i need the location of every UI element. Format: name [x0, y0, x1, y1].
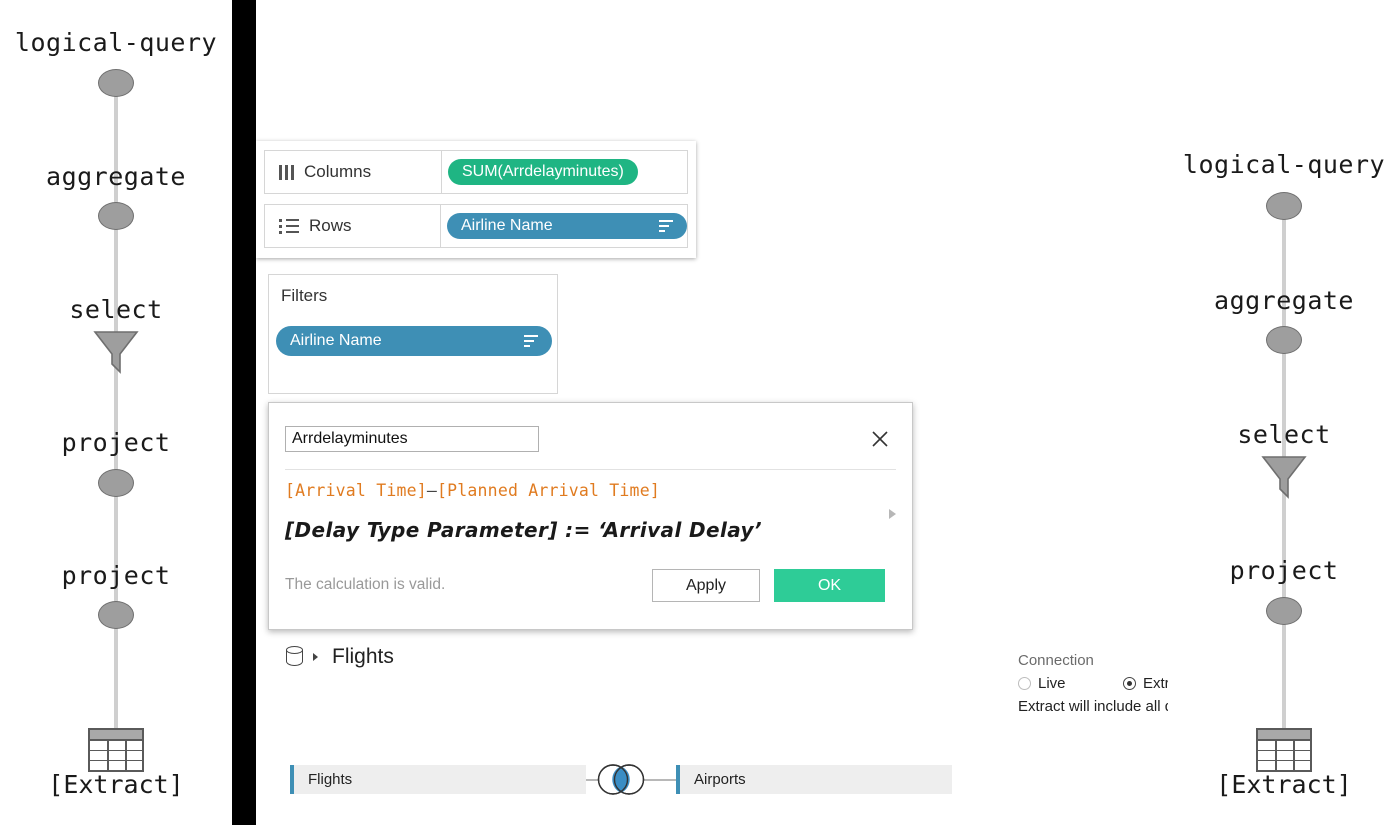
pipeline-step-label-aggregate: aggregate — [46, 162, 186, 191]
pill-sum-arrdelayminutes[interactable]: SUM(Arrdelayminutes) — [448, 159, 638, 185]
columns-shelf[interactable]: Columns SUM(Arrdelayminutes) — [264, 150, 688, 194]
ellipse-node-icon — [1266, 192, 1302, 220]
radio-dot-icon — [1018, 677, 1031, 690]
funnel-icon — [1259, 453, 1309, 499]
funnel-icon — [91, 328, 141, 374]
pipeline-step-label-project-1: project — [61, 428, 171, 457]
pipeline-step-label-logical-query: logical-query — [14, 28, 218, 57]
field-ref-planned-arrival-time: [Planned Arrival Time] — [437, 481, 660, 500]
filters-card: Filters Airline Name — [268, 274, 558, 394]
close-icon[interactable] — [870, 429, 890, 449]
pipeline-source-label: [Extract] — [48, 770, 184, 799]
ellipse-node-icon — [98, 469, 134, 497]
join-table-label: Airports — [694, 771, 746, 788]
caret-down-icon[interactable] — [313, 653, 318, 661]
pill-label: Airline Name — [290, 332, 382, 349]
rows-shelf-dropzone[interactable]: Airline Name — [441, 204, 688, 248]
filters-dropzone[interactable]: Airline Name — [276, 326, 552, 356]
ellipse-node-icon — [98, 202, 134, 230]
calculation-name-input[interactable]: Arrdelayminutes — [285, 426, 539, 452]
rows-shelf-label: Rows — [309, 216, 352, 235]
radio-live[interactable]: Live — [1018, 675, 1123, 692]
field-ref-arrival-time: [Arrival Time] — [285, 481, 427, 500]
pipeline-source-label: [Extract] — [1216, 770, 1352, 799]
inner-join-venn-icon[interactable] — [593, 763, 649, 796]
pipeline-step-label-project-2: project — [61, 561, 171, 590]
scroll-right-arrow-icon[interactable] — [889, 509, 896, 519]
left-logical-query-pipeline: logical-query aggregate select project p… — [0, 0, 232, 825]
table-icon — [1256, 728, 1312, 772]
sort-descending-icon — [524, 334, 538, 348]
ellipse-node-icon — [98, 69, 134, 97]
pipeline-step-label-select: select — [69, 295, 163, 324]
sort-descending-icon — [659, 219, 673, 233]
table-icon — [88, 728, 144, 772]
columns-shelf-label-cell: Columns — [264, 150, 442, 194]
radio-dot-icon — [1123, 677, 1136, 690]
calculation-editor[interactable]: [Arrival Time]–[Planned Arrival Time] [D… — [285, 481, 872, 542]
apply-button[interactable]: Apply — [652, 569, 760, 602]
filters-title: Filters — [281, 286, 328, 305]
join-table-label: Flights — [308, 771, 353, 788]
calculation-status-text: The calculation is valid. — [285, 576, 446, 593]
ellipse-node-icon — [98, 601, 134, 629]
pipeline-step-label-select: select — [1237, 420, 1331, 449]
right-logical-query-pipeline: logical-query aggregate select project [… — [1168, 120, 1400, 825]
datasource-name: Flights — [332, 645, 394, 668]
radio-live-label: Live — [1038, 675, 1066, 692]
pill-airline-name-filter[interactable]: Airline Name — [276, 326, 552, 356]
pipeline-step-label-logical-query: logical-query — [1182, 150, 1386, 179]
datasource-header[interactable]: Flights — [286, 645, 394, 669]
operator-minus: – — [426, 481, 438, 500]
calculation-expression-line-1: [Arrival Time]–[Planned Arrival Time] — [285, 481, 872, 500]
join-table-flights[interactable]: Flights — [290, 765, 586, 794]
rows-shelf-label-cell: Rows — [264, 204, 441, 248]
black-backdrop-strip — [232, 632, 256, 825]
pill-label: SUM(Arrdelayminutes) — [462, 163, 624, 180]
join-canvas: Flights Airports — [290, 763, 952, 796]
pill-label: Airline Name — [461, 217, 553, 234]
shelf-panel: Columns SUM(Arrdelayminutes) Rows Airlin… — [256, 141, 696, 258]
database-cylinder-icon — [286, 645, 305, 669]
calculation-expression-line-2: [Delay Type Parameter] := ‘Arrival Delay… — [285, 518, 762, 542]
pill-airline-name-rows[interactable]: Airline Name — [447, 213, 687, 239]
calculated-field-dialog: Arrdelayminutes [Arrival Time]–[Planned … — [268, 402, 913, 630]
ok-button[interactable]: OK — [774, 569, 885, 602]
join-table-airports[interactable]: Airports — [676, 765, 952, 794]
ellipse-node-icon — [1266, 597, 1302, 625]
columns-shelf-label: Columns — [304, 162, 372, 181]
rows-icon — [279, 218, 299, 234]
rows-shelf[interactable]: Rows Airline Name — [264, 204, 688, 248]
pipeline-step-label-aggregate: aggregate — [1214, 286, 1354, 315]
ellipse-node-icon — [1266, 326, 1302, 354]
columns-icon — [279, 164, 294, 180]
columns-shelf-dropzone[interactable]: SUM(Arrdelayminutes) — [442, 150, 688, 194]
dialog-divider — [285, 469, 896, 470]
pipeline-step-label-project: project — [1229, 556, 1339, 585]
